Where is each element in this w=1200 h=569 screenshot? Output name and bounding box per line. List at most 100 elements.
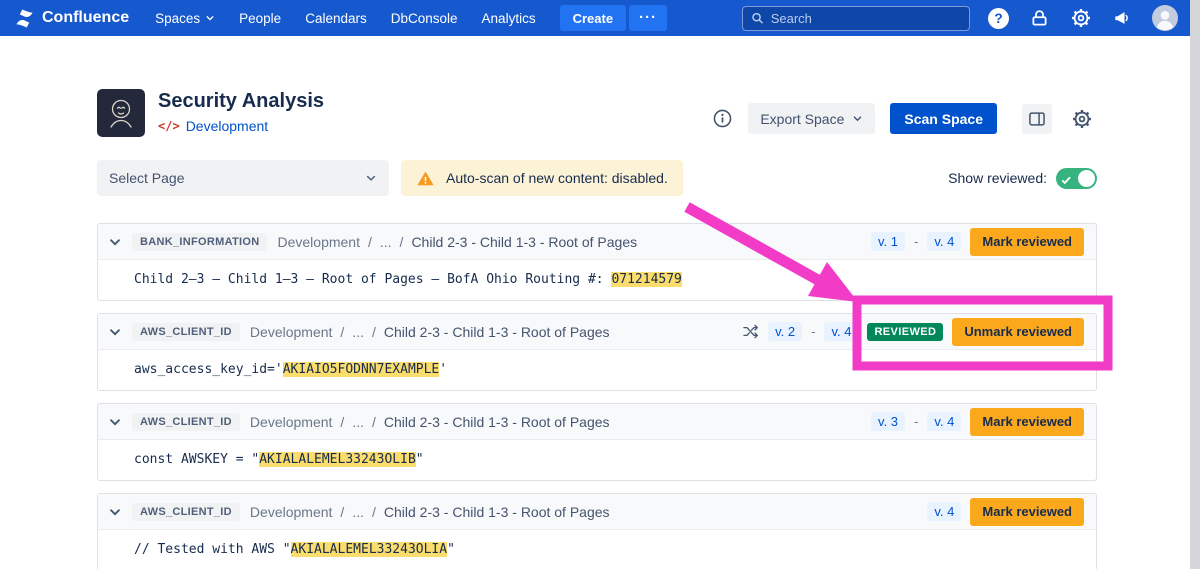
breadcrumb-space-link[interactable]: Development — [250, 324, 333, 340]
breadcrumb-space-link[interactable]: Development — [250, 414, 333, 430]
version-from-link[interactable]: v. 1 — [871, 232, 905, 251]
breadcrumb-separator: / — [340, 414, 344, 430]
collapse-chevron-icon[interactable] — [108, 415, 122, 429]
breadcrumb-ellipsis[interactable]: ... — [352, 414, 364, 430]
confluence-logo-icon — [14, 8, 35, 29]
more-menu-button[interactable]: ··· — [629, 5, 667, 31]
breadcrumb-ellipsis[interactable]: ... — [380, 234, 392, 250]
nav-item-label: People — [239, 11, 281, 26]
nav-item-analytics[interactable]: Analytics — [470, 0, 548, 36]
breadcrumb-space-link[interactable]: Development — [250, 504, 333, 520]
autoscan-warning-text: Auto-scan of new content: disabled. — [446, 170, 668, 186]
finding-type-badge: AWS_CLIENT_ID — [132, 503, 240, 521]
nav-item-calendars[interactable]: Calendars — [293, 0, 379, 36]
breadcrumb-separator: / — [372, 324, 376, 340]
show-reviewed-label: Show reviewed: — [948, 170, 1047, 186]
help-icon[interactable]: ? — [988, 8, 1009, 29]
space-breadcrumb-link[interactable]: Development — [186, 118, 269, 134]
megaphone-icon[interactable] — [1112, 8, 1132, 28]
nav-item-label: Calendars — [305, 11, 367, 26]
code-highlight: 071214579 — [611, 272, 681, 287]
version-to-link[interactable]: v. 4 — [927, 412, 961, 431]
unmark-reviewed-button[interactable]: Unmark reviewed — [952, 318, 1084, 346]
breadcrumb-separator: / — [372, 414, 376, 430]
breadcrumb: Development / ... / Child 2-3 - Child 1-… — [250, 324, 610, 340]
warning-icon — [416, 169, 435, 188]
finding-snippet: Child 2–3 – Child 1–3 – Root of Pages – … — [98, 260, 1096, 300]
finding-card: BANK_INFORMATION Development / ... / Chi… — [97, 223, 1097, 301]
collapse-chevron-icon[interactable] — [108, 325, 122, 339]
breadcrumb-page-link[interactable]: Child 2-3 - Child 1-3 - Root of Pages — [384, 414, 610, 430]
version-to-link[interactable]: v. 4 — [927, 502, 961, 521]
reviewed-badge: REVIEWED — [867, 323, 943, 341]
space-logo[interactable] — [97, 89, 145, 137]
breadcrumb-page-link[interactable]: Child 2-3 - Child 1-3 - Root of Pages — [384, 324, 610, 340]
collapse-chevron-icon[interactable] — [108, 235, 122, 249]
space-titles: Security Analysis </> Development — [158, 89, 324, 134]
space-settings-button[interactable] — [1067, 104, 1097, 134]
breadcrumb-separator: / — [372, 504, 376, 520]
version-to-link[interactable]: v. 4 — [824, 322, 858, 341]
show-reviewed-toggle[interactable] — [1056, 168, 1097, 189]
export-space-button[interactable]: Export Space — [748, 103, 875, 134]
select-page-dropdown[interactable]: Select Page — [97, 160, 389, 196]
autoscan-warning: Auto-scan of new content: disabled. — [401, 160, 683, 196]
finding-snippet: const AWSKEY = "AKIALALEMEL33243OLIB" — [98, 440, 1096, 480]
breadcrumb-ellipsis[interactable]: ... — [352, 324, 364, 340]
brand-name: Confluence — [42, 9, 129, 27]
breadcrumb-page-link[interactable]: Child 2-3 - Child 1-3 - Root of Pages — [384, 504, 610, 520]
chevron-down-icon — [852, 113, 863, 124]
mark-reviewed-button[interactable]: Mark reviewed — [970, 498, 1084, 526]
breadcrumb-separator: / — [340, 504, 344, 520]
search-input[interactable] — [771, 11, 961, 26]
panel-layout-icon — [1027, 109, 1047, 129]
findings-list: BANK_INFORMATION Development / ... / Chi… — [97, 223, 1097, 569]
space-avatar-face-icon — [97, 89, 145, 137]
version-to-link[interactable]: v. 4 — [927, 232, 961, 251]
finding-card: AWS_CLIENT_ID Development / ... / Child … — [97, 493, 1097, 569]
info-icon[interactable] — [712, 108, 733, 129]
version-from-link[interactable]: v. 3 — [871, 412, 905, 431]
chevron-down-icon — [365, 172, 377, 184]
code-text: Child 2–3 – Child 1–3 – Root of Pages – … — [134, 272, 611, 287]
page-title: Security Analysis — [158, 89, 324, 113]
code-text: " — [447, 542, 455, 557]
code-highlight: AKIALALEMEL33243OLIA — [291, 542, 448, 557]
finding-type-badge: AWS_CLIENT_ID — [132, 413, 240, 431]
confluence-home-link[interactable]: Confluence — [14, 8, 129, 29]
finding-card-actions: v. 1 - v. 4 Mark reviewed — [871, 228, 1084, 256]
desktop-edge-strip — [1190, 0, 1200, 569]
sidebar-toggle-button[interactable] — [1022, 104, 1052, 134]
collapse-chevron-icon[interactable] — [108, 505, 122, 519]
mark-reviewed-button[interactable]: Mark reviewed — [970, 228, 1084, 256]
finding-snippet: aws_access_key_id='AKIAIO5FODNN7EXAMPLE' — [98, 350, 1096, 390]
version-from-link[interactable]: v. 2 — [768, 322, 802, 341]
nav-item-label: DbConsole — [391, 11, 458, 26]
filters-toolbar: Select Page Auto-scan of new content: di… — [97, 160, 1097, 196]
create-button[interactable]: Create — [560, 5, 626, 31]
mark-reviewed-button[interactable]: Mark reviewed — [970, 408, 1084, 436]
export-space-label: Export Space — [760, 111, 844, 127]
nav-item-people[interactable]: People — [227, 0, 293, 36]
lock-icon[interactable] — [1029, 8, 1050, 29]
compare-versions-icon[interactable] — [742, 323, 759, 340]
user-avatar[interactable] — [1152, 5, 1178, 31]
nav-item-dbconsole[interactable]: DbConsole — [379, 0, 470, 36]
breadcrumb-space-link[interactable]: Development — [277, 234, 360, 250]
breadcrumb-ellipsis[interactable]: ... — [352, 504, 364, 520]
finding-card-header: AWS_CLIENT_ID Development / ... / Child … — [98, 314, 1096, 350]
admin-gear-icon[interactable] — [1070, 7, 1092, 29]
top-navbar: Confluence Spaces People Calendars DbCon… — [0, 0, 1190, 36]
search-box[interactable] — [742, 6, 970, 31]
nav-item-label: Spaces — [155, 11, 200, 26]
nav-item-spaces[interactable]: Spaces — [143, 0, 227, 36]
breadcrumb-separator: / — [368, 234, 372, 250]
finding-card: AWS_CLIENT_ID Development / ... / Child … — [97, 403, 1097, 481]
navbar-icon-group: ? — [988, 5, 1178, 31]
breadcrumb: Development / ... / Child 2-3 - Child 1-… — [250, 504, 610, 520]
version-dash: - — [914, 414, 918, 429]
scan-space-button[interactable]: Scan Space — [890, 103, 997, 134]
code-text: // Tested with AWS " — [134, 542, 291, 557]
code-text: " — [416, 452, 424, 467]
breadcrumb-page-link[interactable]: Child 2-3 - Child 1-3 - Root of Pages — [411, 234, 637, 250]
